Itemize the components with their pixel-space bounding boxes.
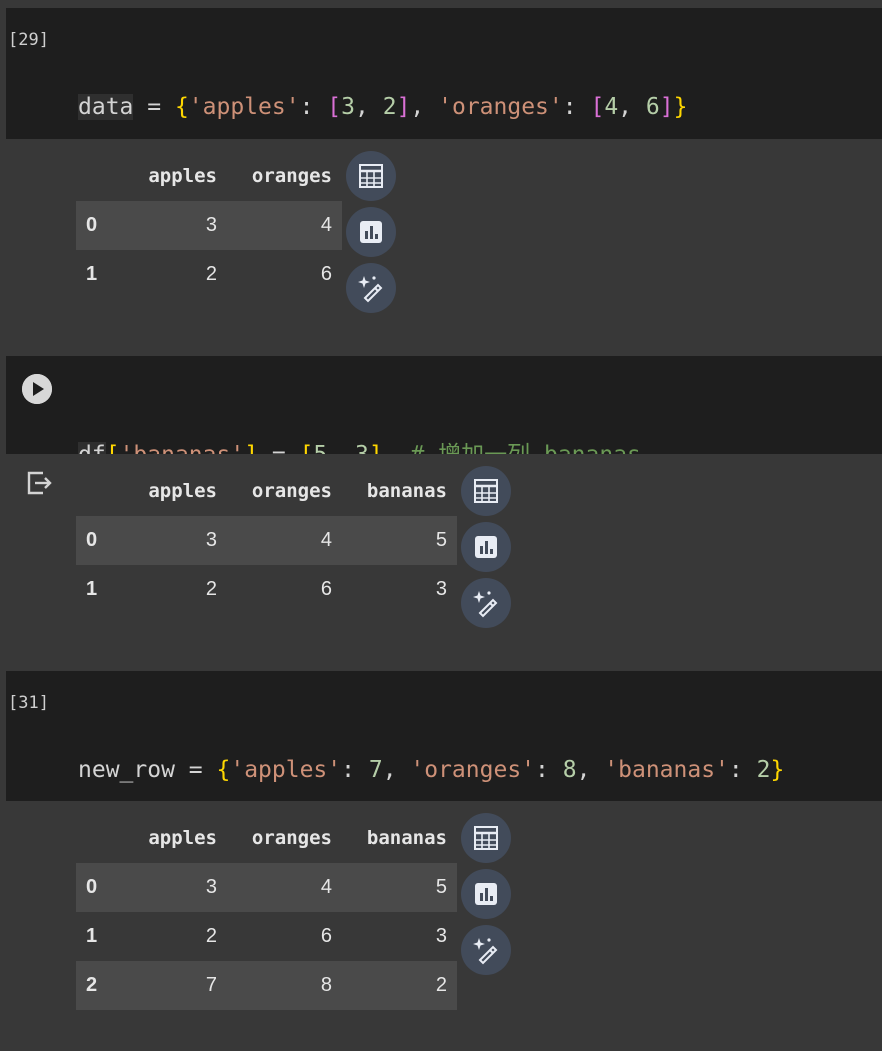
table-cell: 8 [227, 961, 342, 1010]
execution-count: [31] [8, 693, 49, 713]
column-header: oranges [251, 480, 332, 502]
table-cell: 3 [122, 863, 227, 912]
column-header: oranges [251, 827, 332, 849]
row-index: 0 [76, 863, 122, 912]
table-view-button[interactable] [461, 813, 511, 863]
output-tools [461, 813, 513, 981]
table-row: 0 3 4 [76, 201, 342, 250]
row-index: 2 [76, 961, 122, 1010]
column-header: bananas [366, 480, 447, 502]
table-cell: 4 [227, 516, 342, 565]
code-cell-3[interactable]: [31] new_row = {'apples': 7, 'oranges': … [6, 671, 882, 981]
magic-wand-icon [358, 276, 383, 303]
row-index: 0 [76, 201, 122, 250]
magic-suggest-button[interactable] [461, 578, 511, 628]
table-header-row: apples oranges bananas [76, 813, 457, 863]
row-index: 1 [86, 263, 98, 285]
bar-chart-icon [475, 883, 497, 905]
play-circle-icon [22, 374, 52, 404]
code-line: new_row = {'apples': 7, 'oranges': 8, 'b… [78, 757, 785, 783]
dataframe-table: apples oranges bananas 0 3 4 5 1 2 6 3 2… [76, 813, 457, 1010]
table-row: 0 3 4 5 [76, 863, 457, 912]
bar-chart-icon [360, 221, 382, 243]
table-cell: 3 [122, 201, 227, 250]
output-tools [346, 151, 398, 319]
output-area-3: apples oranges bananas 0 3 4 5 1 2 6 3 2… [6, 801, 882, 1024]
table-cell: 7 [122, 961, 227, 1010]
magic-wand-icon [473, 938, 498, 965]
run-cell-button[interactable] [22, 374, 52, 404]
table-grid-icon [474, 479, 498, 503]
table-row: 1 2 6 [76, 250, 342, 299]
column-header: apples [148, 165, 217, 187]
dataframe-table: apples oranges 0 3 4 1 2 6 [76, 151, 342, 299]
table-cell: 2 [205, 263, 217, 285]
table-row: 0 3 4 5 [76, 516, 457, 565]
table-header-row: apples oranges [76, 151, 342, 201]
dataframe-table: apples oranges bananas 0 3 4 5 1 2 6 3 [76, 466, 457, 614]
table-cell: 2 [205, 578, 217, 600]
table-cell: 4 [227, 201, 342, 250]
table-view-button[interactable] [346, 151, 396, 201]
table-cell: 3 [122, 516, 227, 565]
table-cell: 6 [320, 263, 332, 285]
table-cell: 6 [320, 578, 332, 600]
column-header: oranges [251, 165, 332, 187]
column-header: apples [148, 480, 217, 502]
table-cell: 4 [227, 863, 342, 912]
output-redirect-icon [27, 471, 52, 495]
output-tools [461, 466, 513, 634]
index-header [76, 813, 122, 863]
magic-suggest-button[interactable] [461, 925, 511, 975]
table-cell: 2 [205, 925, 217, 947]
table-header-row: apples oranges bananas [76, 466, 457, 516]
magic-suggest-button[interactable] [346, 263, 396, 313]
output-area-1: apples oranges 0 3 4 1 2 6 [6, 139, 882, 355]
table-grid-icon [359, 164, 383, 188]
table-row: 2 7 8 2 [76, 961, 457, 1010]
code-line: data = {'apples': [3, 2], 'oranges': [4,… [78, 94, 688, 120]
output-toggle-button[interactable] [24, 468, 54, 502]
table-cell: 5 [342, 516, 457, 565]
table-cell: 3 [435, 578, 447, 600]
table-cell: 3 [435, 925, 447, 947]
chart-suggest-button[interactable] [461, 522, 511, 572]
table-row: 1 2 6 3 [76, 565, 457, 614]
table-cell: 2 [342, 961, 457, 1010]
row-index: 1 [86, 578, 98, 600]
column-header: bananas [366, 827, 447, 849]
table-cell: 5 [342, 863, 457, 912]
table-view-button[interactable] [461, 466, 511, 516]
code-cell-1[interactable]: [29] data = {'apples': [3, 2], 'oranges'… [6, 8, 882, 318]
table-cell: 6 [320, 925, 332, 947]
chart-suggest-button[interactable] [346, 207, 396, 257]
bar-chart-icon [475, 536, 497, 558]
code-cell-2[interactable]: df['bananas'] = [5, 3] # 增加一列 bananas df [6, 356, 882, 567]
row-index: 1 [86, 925, 98, 947]
output-area-2: apples oranges bananas 0 3 4 5 1 2 6 3 [6, 454, 882, 671]
table-row: 1 2 6 3 [76, 912, 457, 961]
table-grid-icon [474, 826, 498, 850]
index-header [76, 466, 122, 516]
column-header: apples [148, 827, 217, 849]
row-index: 0 [76, 516, 122, 565]
execution-count: [29] [8, 30, 49, 50]
magic-wand-icon [473, 591, 498, 618]
chart-suggest-button[interactable] [461, 869, 511, 919]
index-header [76, 151, 122, 201]
